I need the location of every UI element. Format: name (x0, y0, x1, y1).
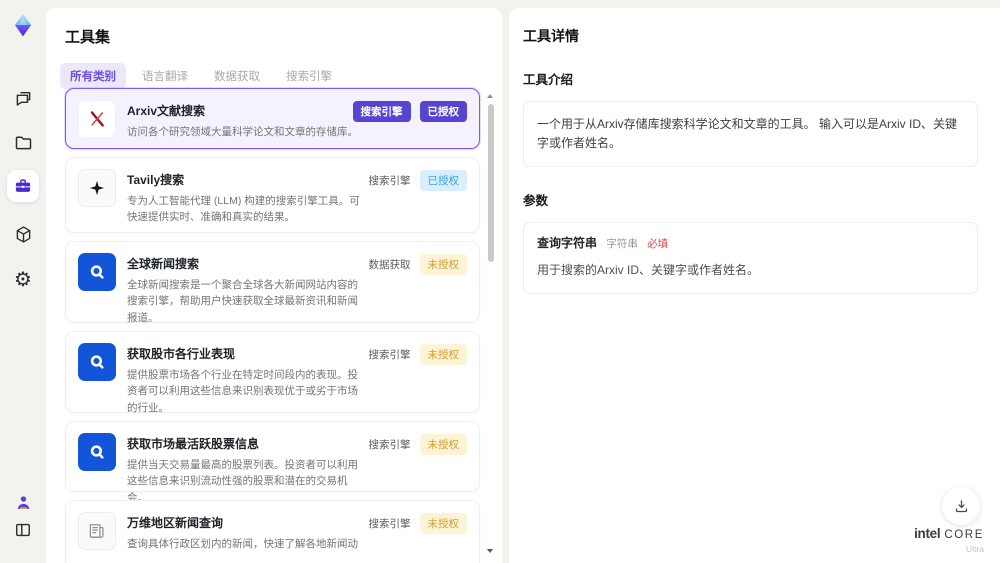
category-label: 数据获取 (368, 259, 411, 271)
tool-description: 专为人工智能代理 (LLM) 构建的搜索引擎工具。可快速提供实时、准确和真实的结… (127, 195, 360, 224)
download-button[interactable] (942, 487, 980, 525)
tool-name: Arxiv文献搜索 (127, 104, 206, 118)
category-tabs: 所有类别 语言翻译 数据获取 搜索引擎 (60, 63, 502, 89)
params-heading: 参数 (523, 194, 549, 209)
tool-description: 提供股票市场各个行业在特定时间段内的表现。投资者可以利用这些信息来识别表现优于或… (127, 369, 358, 414)
icon-rail: ⚙ (0, 0, 46, 563)
panel-toggle-icon (16, 523, 30, 537)
tool-list: Arxiv文献搜索 访问各个研究领域大量科学论文和文章的存储库。 搜索引擎 已授… (65, 88, 480, 563)
scrollbar-thumb[interactable] (488, 104, 494, 262)
sidebar-item-tools-active[interactable] (7, 170, 39, 202)
param-name: 查询字符串 (537, 236, 598, 251)
search-app-icon (78, 253, 116, 291)
app-logo (10, 12, 36, 38)
intro-heading: 工具介绍 (523, 73, 574, 87)
sidebar-item-settings[interactable]: ⚙ (10, 266, 36, 292)
tool-name: 万维地区新闻查询 (127, 516, 224, 530)
param-description: 用于搜索的Arxiv ID、关键字或作者姓名。 (537, 262, 760, 277)
category-label: 搜索引擎 (368, 439, 411, 451)
intel-core-logo: intel CORE Ultra (914, 525, 984, 554)
tab-language-translation[interactable]: 语言翻译 (132, 63, 198, 89)
page-title: 工具集 (65, 29, 111, 46)
tool-description: 全球新闻搜索是一个聚合全球各大新闻网站内容的搜索引擎，帮助用户快速获取全球最新资… (127, 279, 358, 324)
category-label: 搜索引擎 (368, 518, 411, 530)
category-label: 搜索引擎 (368, 175, 411, 187)
logo-gem-icon (14, 13, 32, 37)
tab-search-engine[interactable]: 搜索引擎 (276, 63, 342, 89)
tool-name: 获取市场最活跃股票信息 (127, 437, 260, 451)
sidebar-item-packages[interactable] (10, 221, 36, 247)
tab-data-fetch[interactable]: 数据获取 (204, 63, 270, 89)
scrollbar-down-arrow[interactable] (487, 549, 493, 553)
intel-brand-text: intel (914, 526, 941, 541)
scrollbar-up-arrow[interactable] (487, 94, 493, 98)
auth-status-badge: 已授权 (419, 170, 467, 191)
tool-details-panel: 工具详情 工具介绍 一个用于从Arxiv存储库搜索科学论文和文章的工具。 输入可… (509, 8, 1000, 563)
toolbox-icon (15, 179, 31, 192)
search-app-icon (78, 343, 116, 381)
sidebar-item-files[interactable] (10, 129, 36, 155)
tab-all-categories[interactable]: 所有类别 (60, 63, 126, 89)
param-box: 查询字符串 字符串 必填 用于搜索的Arxiv ID、关键字或作者姓名。 (523, 222, 978, 295)
tool-card-arxiv[interactable]: Arxiv文献搜索 访问各个研究领域大量科学论文和文章的存储库。 搜索引擎 已授… (65, 88, 480, 149)
auth-status-badge: 未授权 (419, 434, 467, 455)
folder-icon (15, 136, 31, 149)
param-type: 字符串 (606, 238, 638, 251)
category-label: 搜索引擎 (368, 349, 411, 361)
arxiv-logo (78, 100, 116, 138)
auth-status-badge: 未授权 (419, 513, 467, 534)
sidebar-collapse[interactable] (10, 517, 36, 543)
download-icon (955, 499, 967, 512)
tool-card-tavily[interactable]: Tavily搜索 专为人工智能代理 (LLM) 构建的搜索引擎工具。可快速提供实… (65, 157, 480, 233)
auth-status-badge: 未授权 (419, 254, 467, 275)
newspaper-icon (78, 512, 116, 550)
tool-name: 获取股市各行业表现 (127, 347, 236, 361)
category-badge: 搜索引擎 (352, 101, 411, 122)
auth-status-badge: 已授权 (419, 101, 467, 122)
package-icon (16, 225, 30, 243)
tool-description: 提供当天交易量最高的股票列表。投资者可以利用这些信息来识别流动性强的股票和潜在的… (127, 459, 358, 504)
tool-card-most-active-stocks[interactable]: 获取市场最活跃股票信息 提供当天交易量最高的股票列表。投资者可以利用这些信息来识… (65, 421, 480, 504)
tool-card-regional-news[interactable]: 万维地区新闻查询 查询具体行政区划内的新闻，快速了解各地新闻动 搜索引擎 未授权 (65, 500, 480, 563)
param-required-flag: 必填 (647, 238, 669, 251)
details-title: 工具详情 (523, 28, 579, 44)
sidebar-item-account[interactable] (10, 489, 36, 515)
sidebar-item-chat[interactable] (10, 84, 36, 110)
tool-card-sector-performance[interactable]: 获取股市各行业表现 提供股票市场各个行业在特定时间段内的表现。投资者可以利用这些… (65, 331, 480, 414)
tool-card-global-news[interactable]: 全球新闻搜索 全球新闻搜索是一个聚合全球各大新闻网站内容的搜索引擎，帮助用户快速… (65, 241, 480, 324)
chat-icon (16, 91, 30, 106)
tool-description: 查询具体行政区划内的新闻，快速了解各地新闻动 (127, 538, 358, 550)
ultra-brand-text: Ultra (966, 543, 984, 554)
tool-description: 访问各个研究领域大量科学论文和文章的存储库。 (127, 126, 358, 138)
auth-status-badge: 未授权 (419, 344, 467, 365)
star-icon (78, 169, 116, 207)
toolset-panel: 工具集 所有类别 语言翻译 数据获取 搜索引擎 Arxiv文献搜索 访问各个研究… (46, 8, 502, 563)
user-icon (17, 495, 29, 509)
tool-name: 全球新闻搜索 (127, 257, 200, 271)
search-app-icon (78, 433, 116, 471)
intro-box: 一个用于从Arxiv存储库搜索科学论文和文章的工具。 输入可以是Arxiv ID… (523, 101, 978, 168)
tool-name: Tavily搜索 (127, 173, 185, 187)
gear-icon: ⚙ (14, 267, 32, 291)
core-brand-text: CORE (944, 529, 984, 541)
app-window: ⚙ 工具集 所有类别 语言翻译 数据获取 搜索引擎 Arxiv文献搜索 访问各个… (0, 0, 1000, 563)
